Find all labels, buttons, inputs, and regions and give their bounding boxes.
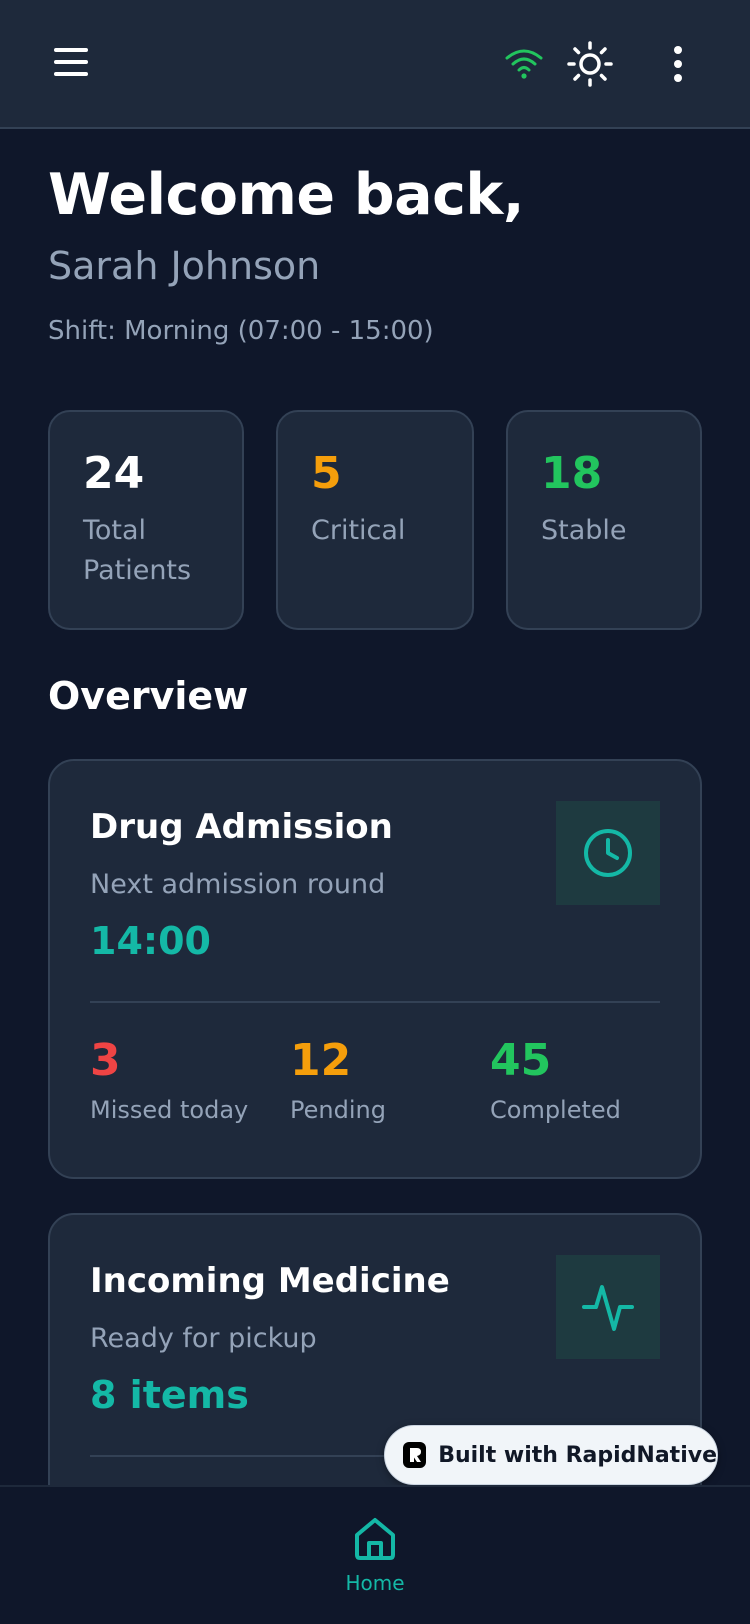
stat-value: 24	[83, 448, 145, 499]
user-name: Sarah Johnson	[48, 244, 321, 288]
stat-card-total-patients[interactable]: 24 Total Patients	[48, 410, 244, 630]
activity-icon	[556, 1255, 660, 1359]
built-with-badge[interactable]: Built with RapidNative	[384, 1425, 718, 1485]
metric-label: Completed	[490, 1095, 621, 1124]
sun-icon[interactable]	[566, 40, 614, 88]
welcome-title: Welcome back,	[48, 162, 525, 228]
stat-card-stable[interactable]: 18 Stable	[506, 410, 702, 630]
card-title: Drug Admission	[90, 807, 393, 847]
metric-label: Missed today	[90, 1095, 249, 1124]
card-subtitle: Next admission round	[90, 869, 386, 900]
stat-value: 5	[311, 448, 342, 499]
badge-text: Built with RapidNative	[438, 1442, 717, 1468]
top-bar	[0, 0, 750, 129]
clock-icon	[556, 801, 660, 905]
stat-value: 18	[541, 448, 603, 499]
home-icon	[351, 1518, 399, 1567]
section-title-overview: Overview	[48, 674, 249, 718]
metric-label: Pending	[290, 1095, 386, 1124]
metric-value: 12	[290, 1035, 352, 1086]
stat-label: Total Patients	[83, 514, 192, 586]
dashboard-screen: Welcome back, Sarah Johnson Shift: Morni…	[0, 0, 750, 1624]
stat-label: Stable	[541, 514, 627, 546]
bottom-nav: Home	[0, 1485, 750, 1624]
metric-completed: 45 Completed	[490, 1035, 621, 1124]
card-title: Incoming Medicine	[90, 1261, 450, 1301]
metric-value: 45	[490, 1035, 552, 1086]
stat-label: Critical	[311, 514, 406, 546]
rapidnative-logo-icon	[403, 1442, 427, 1468]
more-vertical-icon[interactable]	[664, 42, 692, 86]
nav-item-home[interactable]: Home	[336, 1515, 414, 1605]
card-subtitle: Ready for pickup	[90, 1323, 317, 1354]
nav-item-label: Home	[345, 1571, 405, 1595]
shift-info: Shift: Morning (07:00 - 15:00)	[48, 316, 434, 346]
next-round-time: 14:00	[90, 919, 211, 963]
metric-value: 3	[90, 1035, 121, 1086]
divider	[90, 1001, 660, 1003]
wifi-icon	[504, 46, 544, 82]
items-count: 8 items	[90, 1373, 249, 1417]
stat-card-critical[interactable]: 5 Critical	[276, 410, 474, 630]
metric-pending: 12 Pending	[290, 1035, 386, 1124]
metric-missed-today: 3 Missed today	[90, 1035, 248, 1124]
drug-admission-card[interactable]: Drug Admission Next admission round 14:0…	[48, 759, 702, 1179]
menu-icon[interactable]	[52, 44, 92, 76]
